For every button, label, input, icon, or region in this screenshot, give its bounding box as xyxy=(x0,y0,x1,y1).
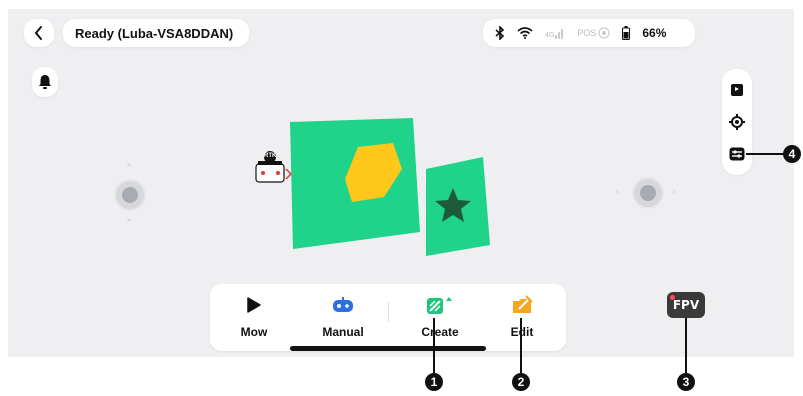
create-area-icon xyxy=(425,294,455,316)
callout-line-1 xyxy=(433,318,435,374)
callout-number: 2 xyxy=(517,375,525,389)
fpv-button[interactable]: FPV xyxy=(667,292,705,318)
create-label: Create xyxy=(421,325,459,339)
callout-line-4 xyxy=(746,153,784,155)
manual-button[interactable]: Manual xyxy=(303,284,383,351)
mow-label: Mow xyxy=(240,325,268,339)
fpv-indicator-dot xyxy=(670,295,675,300)
gamepad-icon xyxy=(332,294,354,316)
callout-marker-4: 4 xyxy=(783,145,801,163)
callout-number: 4 xyxy=(788,147,796,161)
create-button[interactable]: Create xyxy=(400,284,480,351)
callout-marker-1: 1 xyxy=(425,373,443,391)
callout-line-2 xyxy=(520,318,522,374)
action-divider xyxy=(388,302,389,322)
play-icon xyxy=(247,294,261,316)
manual-label: Manual xyxy=(322,325,364,339)
callout-line-3 xyxy=(685,318,687,374)
edit-button[interactable]: Edit xyxy=(482,284,562,351)
fpv-label: FPV xyxy=(672,298,700,312)
callout-marker-2: 2 xyxy=(512,373,530,391)
edit-icon xyxy=(511,294,533,316)
rtk-label: RTK xyxy=(264,153,277,159)
callout-number: 1 xyxy=(430,375,438,389)
app-screen: Ready (Luba-VSA8DDAN) 4G POS 66% ⌃ ⌄ ‹ ›… xyxy=(8,9,794,357)
home-indicator xyxy=(290,346,486,351)
mow-button[interactable]: Mow xyxy=(214,284,294,351)
callout-marker-3: 3 xyxy=(677,373,695,391)
callout-number: 3 xyxy=(682,375,690,389)
action-bar: Mow Manual Create xyxy=(210,284,566,351)
